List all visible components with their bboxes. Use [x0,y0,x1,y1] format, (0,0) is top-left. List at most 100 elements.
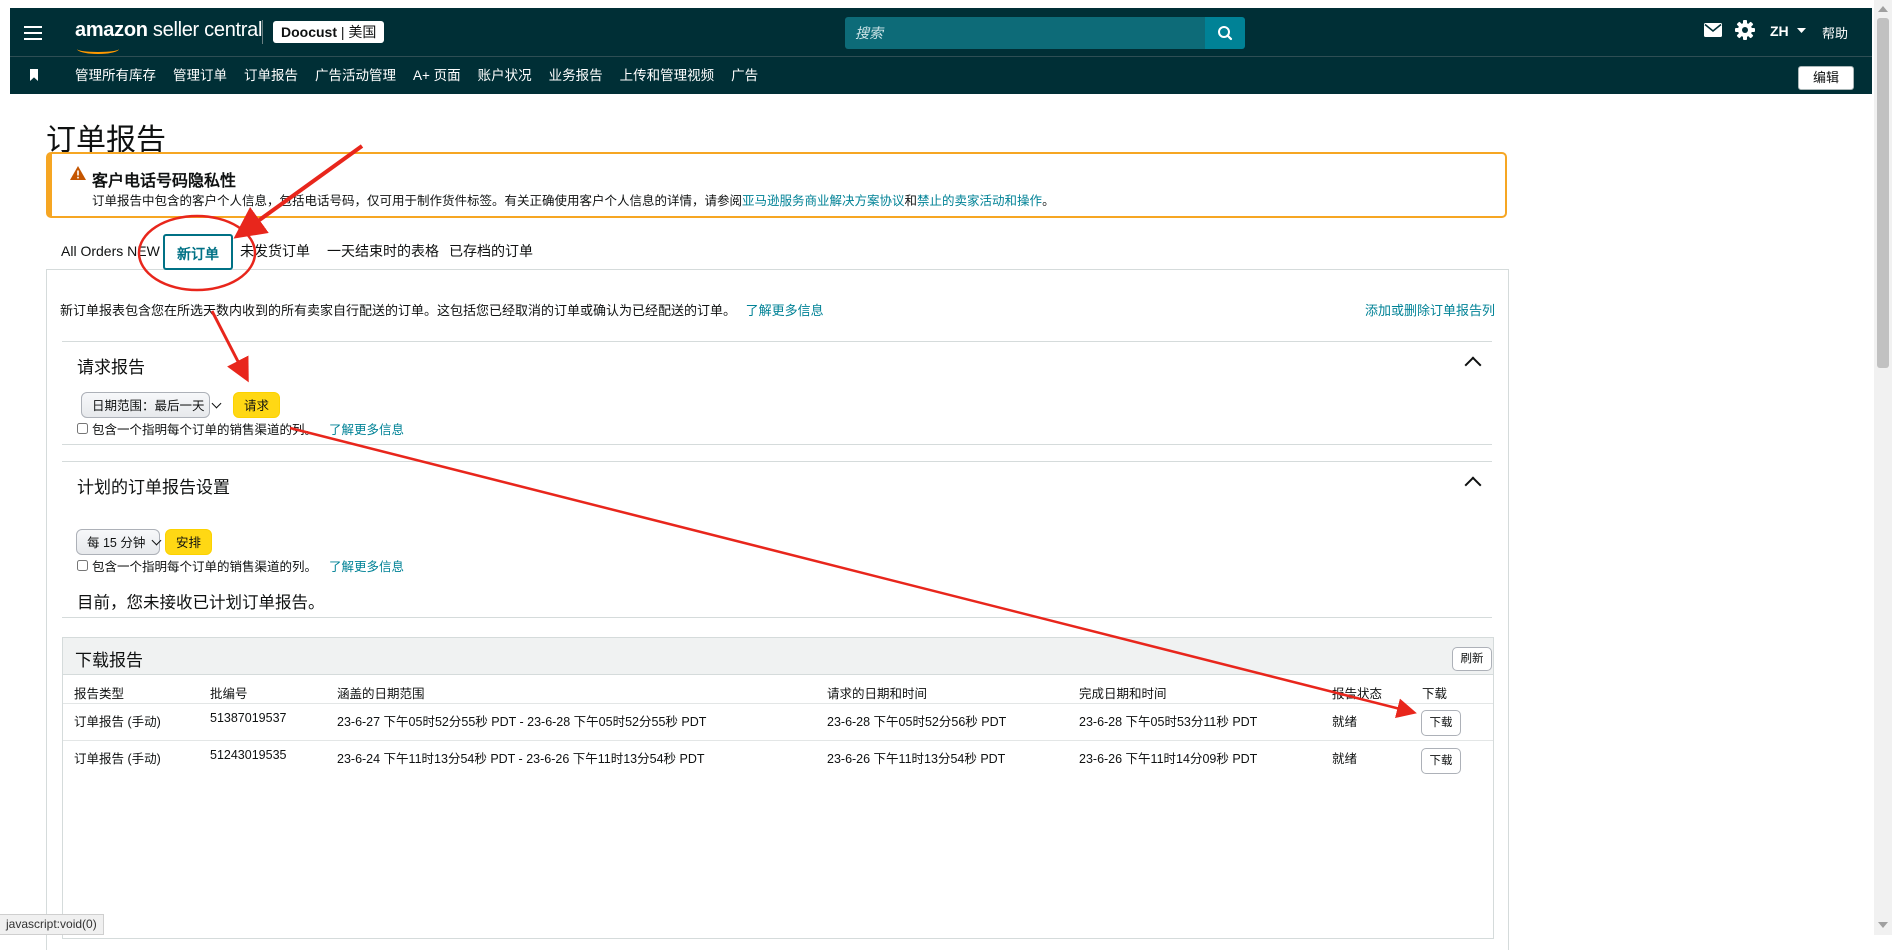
cell-batch-id: 51387019537 [210,711,287,725]
nav-item-upload-videos[interactable]: 上传和管理视频 [620,57,723,94]
edit-shortcuts-button[interactable]: 编辑 [1798,66,1854,90]
cell-report-type: 订单报告 (手动) [74,752,161,766]
topbar-divider [262,20,263,44]
section-divider [62,444,1492,445]
alert-title: 客户电话号码隐私性 [92,173,237,190]
schedule-sales-channel-checkbox-row: 包含一个指明每个订单的销售渠道的列。 了解更多信息 [77,556,404,575]
nav-item-business-reports[interactable]: 业务报告 [549,57,611,94]
nav-item-manage-orders[interactable]: 管理订单 [173,57,235,94]
learn-more-link[interactable]: 了解更多信息 [746,303,824,318]
nav-item-a-plus[interactable]: A+ 页面 [413,57,469,94]
language-code: ZH [1770,23,1789,39]
interval-value: 每 15 分钟 [87,536,146,550]
interval-select[interactable]: 每 15 分钟 [76,529,162,555]
search-button[interactable] [1205,17,1245,49]
cell-date-range: 23-6-24 下午11时13分54秒 PDT - 23-6-26 下午11时1… [337,752,705,766]
alert-text: 订单报告中包含的客户个人信息，包括电话号码，仅可用于制作货件标签。有关正确使用客… [92,190,1055,209]
mail-icon[interactable] [1704,23,1722,42]
nav-items: 管理所有库存 管理订单 订单报告 广告活动管理 A+ 页面 账户状况 业务报告 … [75,57,775,94]
scroll-down-arrow-icon[interactable] [1878,922,1888,928]
nav-item-manage-inventory[interactable]: 管理所有库存 [75,57,164,94]
download-button[interactable]: 下载 [1421,748,1461,774]
business-agreement-link[interactable]: 亚马逊服务商业解决方案协议 [742,194,905,208]
cell-date-range: 23-6-27 下午05时52分55秒 PDT - 23-6-28 下午05时5… [337,715,707,729]
store-separator: | [337,24,349,40]
scrollbar-thumb[interactable] [1877,18,1889,368]
refresh-button[interactable]: 刷新 [1452,647,1492,671]
scroll-up-arrow-icon[interactable] [1878,6,1888,12]
language-selector[interactable]: ZH [1770,23,1806,39]
download-title: 下载报告 [75,651,143,670]
nav-item-advertising[interactable]: 广告 [731,57,766,94]
request-report-title: 请求报告 [77,358,145,377]
row-divider [63,703,1493,704]
nav-item-campaign-manager[interactable]: 广告活动管理 [315,57,404,94]
tab-archived-orders[interactable]: 已存档的订单 [449,233,533,269]
sales-channel-checkbox[interactable] [77,423,88,434]
date-range-value: 日期范围：最后一天 [92,399,205,413]
alert-text-end: 。 [1042,194,1055,208]
tab-new-orders[interactable]: 新订单 [163,234,233,270]
cell-requested: 23-6-28 下午05时52分56秒 PDT [827,715,1007,729]
tab-end-of-day[interactable]: 一天结束时的表格 [327,233,439,269]
tab-unshipped-orders[interactable]: 未发货订单 [240,233,310,269]
column-header-completed: 完成日期和时间 [1079,687,1167,701]
learn-more-link[interactable]: 了解更多信息 [329,419,404,438]
caret-down-icon [1796,28,1806,33]
cell-completed: 23-6-26 下午11时14分09秒 PDT [1079,752,1258,766]
amazon-smile-icon [77,44,119,54]
learn-more-link[interactable]: 了解更多信息 [329,556,404,575]
store-name: Doocust [281,24,337,40]
cell-status: 就绪 [1332,715,1358,729]
column-header-date-range: 涵盖的日期范围 [337,687,425,701]
nav-item-order-reports[interactable]: 订单报告 [244,57,306,94]
column-header-requested: 请求的日期和时间 [827,687,928,701]
column-header-download: 下载 [1422,687,1448,701]
column-header-status: 报告状态 [1332,687,1383,701]
alert-text-body: 订单报告中包含的客户个人信息，包括电话号码，仅可用于制作货件标签。有关正确使用客… [92,194,743,208]
nav-item-account-health[interactable]: 账户状况 [478,57,540,94]
schedule-button[interactable]: 安排 [165,529,213,555]
store-switcher[interactable]: Doocust | 美国 [273,21,385,43]
store-region: 美国 [348,24,377,40]
shortcut-nav-bar: 管理所有库存 管理订单 订单报告 广告活动管理 A+ 页面 账户状况 业务报告 … [10,56,1872,94]
bookmark-icon[interactable] [30,69,38,81]
date-range-select[interactable]: 日期范围：最后一天 [81,392,221,418]
search-icon [1218,26,1233,41]
top-bar: amazon seller central Doocust | 美国 搜索 ZH… [10,8,1872,56]
description-text: 新订单报表包含您在所选天数内收到的所有卖家自行配送的订单。这包括您已经取消的订单… [60,303,737,318]
tab-all-orders[interactable]: All Orders NEW [61,233,160,269]
help-link[interactable]: 帮助 [1822,23,1848,42]
no-scheduled-reports-note: 目前，您未接收已计划订单报告。 [77,594,325,612]
cell-report-type: 订单报告 (手动) [74,715,161,729]
section-divider [62,341,1492,342]
chevron-down-icon [211,398,221,409]
cell-batch-id: 51243019535 [210,748,287,762]
search-input[interactable] [845,17,1205,49]
alert-text-and: 和 [904,194,918,208]
schedule-sales-channel-checkbox[interactable] [77,560,88,571]
checkbox-label: 包含一个指明每个订单的销售渠道的列。 [92,560,318,574]
new-orders-description: 新订单报表包含您在所选天数内收到的所有卖家自行配送的订单。这包括您已经取消的订单… [60,300,824,319]
add-remove-columns-link[interactable]: 添加或删除订单报告列 [1365,300,1495,319]
warning-icon [70,166,86,180]
section-divider [62,617,1492,618]
settings-gear-icon[interactable] [1735,20,1755,45]
section-divider [62,461,1492,462]
hamburger-menu-icon[interactable] [24,22,42,42]
download-button[interactable]: 下载 [1421,710,1461,736]
download-reports-table: 下载报告 刷新 报告类型 批编号 涵盖的日期范围 请求的日期和时间 完成日期和时… [62,637,1494,939]
logo-main: amazon [75,19,148,41]
cell-status: 就绪 [1332,752,1358,766]
scheduled-settings-title: 计划的订单报告设置 [77,478,230,497]
seller-central-logo[interactable]: amazon seller central [75,19,263,54]
cell-completed: 23-6-28 下午05时53分11秒 PDT [1079,715,1258,729]
privacy-alert: 客户电话号码隐私性 订单报告中包含的客户个人信息，包括电话号码，仅可用于制作货件… [46,152,1507,218]
download-header: 下载报告 刷新 [63,638,1493,675]
column-header-report-type: 报告类型 [74,687,125,701]
row-divider [63,740,1493,741]
checkbox-label: 包含一个指明每个订单的销售渠道的列。 [92,423,318,437]
prohibited-activities-link[interactable]: 禁止的卖家活动和操作 [917,194,1042,208]
logo-rest: seller central [147,19,263,41]
request-button[interactable]: 请求 [233,392,281,418]
